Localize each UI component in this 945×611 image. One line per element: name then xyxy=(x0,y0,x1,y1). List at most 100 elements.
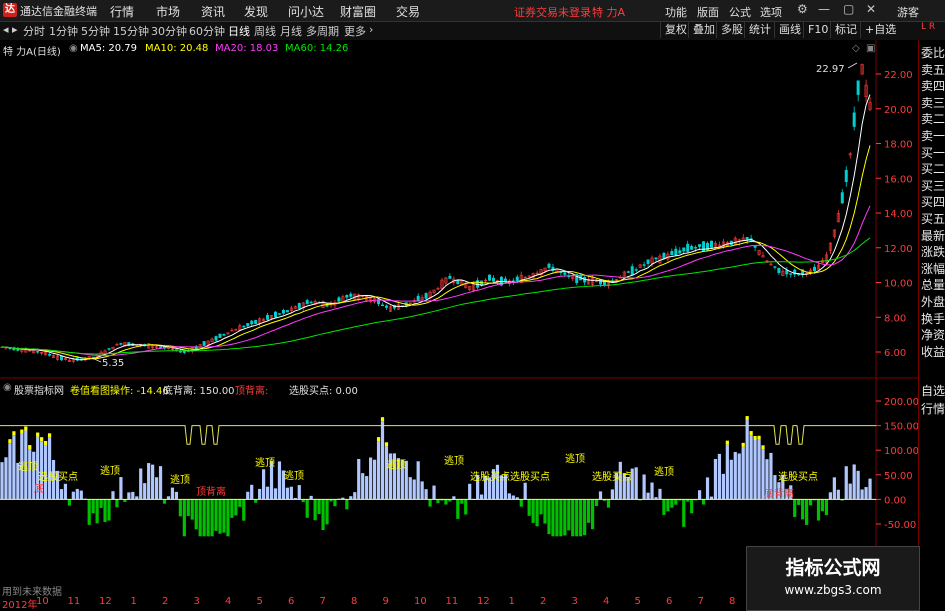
candle-body xyxy=(634,269,638,271)
sidebar-item-20[interactable]: 行情 xyxy=(921,402,945,416)
sidebar-item-4[interactable]: 卖二 xyxy=(921,112,945,126)
indicator-annotation: 选股买点 xyxy=(510,470,550,483)
chart-option-icon[interactable]: ◇ xyxy=(852,43,860,54)
sidebar-item-9[interactable]: 买四 xyxy=(921,195,945,209)
divergence-band xyxy=(0,425,876,445)
sidebar-item-2[interactable]: 卖四 xyxy=(921,79,945,93)
sidebar-item-15[interactable]: 外盘 xyxy=(921,295,945,309)
ma60-line xyxy=(1,237,871,355)
trade-login-status[interactable]: 证券交易未登录 xyxy=(514,4,591,20)
indicator-bar xyxy=(321,499,325,531)
chart-close-icon[interactable]: ▣ xyxy=(866,43,875,54)
draw-line-button[interactable]: 画线 xyxy=(774,22,805,38)
indicator-bar xyxy=(107,499,111,521)
candle-body xyxy=(309,301,313,304)
indicator-gear-icon[interactable]: ◉ xyxy=(3,382,12,393)
sidebar-item-11[interactable]: 最新 xyxy=(921,229,945,243)
kline-chart-area[interactable]: 22.00 20.00 18.00 16.00 14.00 12.00 10.00 8.00 6… xyxy=(0,40,918,596)
indicator-bar xyxy=(721,473,725,500)
indicator-bar xyxy=(139,468,143,500)
menu-ask[interactable]: 问小达 xyxy=(288,3,324,20)
indicator-bar xyxy=(856,470,860,500)
period-multi[interactable]: 多周期 xyxy=(306,23,339,39)
statistics-button[interactable]: 统计 xyxy=(744,22,775,38)
mark-button[interactable]: 标记 xyxy=(830,22,861,38)
date-label-20: 5 xyxy=(634,596,641,607)
indicator-bar xyxy=(797,499,801,505)
sidebar-item-16[interactable]: 换手 xyxy=(921,312,945,326)
sidebar-item-10[interactable]: 买五 xyxy=(921,212,945,226)
period-60min[interactable]: 60分钟 xyxy=(189,23,225,39)
sidebar-item-7[interactable]: 买二 xyxy=(921,162,945,176)
candle-body xyxy=(642,264,646,266)
menu-quotes[interactable]: 行情 xyxy=(110,3,134,20)
kline-series xyxy=(0,63,872,364)
indicator-bar xyxy=(234,499,238,516)
settings-icon[interactable]: ⚙ xyxy=(797,2,808,16)
price-tick-label: 22.00 xyxy=(884,70,913,81)
nav-forward-icon[interactable]: ▸ xyxy=(12,23,18,36)
candle-body xyxy=(844,169,848,182)
indicator-annotation: 逃顶 xyxy=(386,458,406,471)
close-icon[interactable]: ✕ xyxy=(866,2,876,16)
period-monthly[interactable]: 月线 xyxy=(280,23,302,39)
ma10-line xyxy=(1,145,871,360)
period-timeshare[interactable]: 分时 xyxy=(23,23,45,39)
watermark-url: www.zbgs3.com xyxy=(784,583,882,597)
sidebar-item-3[interactable]: 卖三 xyxy=(921,96,945,110)
sidebar-item-12[interactable]: 涨跌 xyxy=(921,245,945,259)
menu-layout[interactable]: 版面 xyxy=(697,4,719,20)
chevron-right-icon[interactable]: › xyxy=(369,23,373,36)
sidebar-item-1[interactable]: 卖五 xyxy=(921,63,945,77)
indicator-annotation: 逃顶 xyxy=(444,454,464,467)
menu-market[interactable]: 市场 xyxy=(156,3,180,20)
minimize-icon[interactable]: — xyxy=(818,2,830,16)
sidebar-item-17[interactable]: 净资 xyxy=(921,328,945,342)
period-daily[interactable]: 日线 xyxy=(228,23,250,39)
menu-discover[interactable]: 发现 xyxy=(244,3,268,20)
legend-gear-icon[interactable]: ◉ xyxy=(69,43,78,54)
menu-trade[interactable]: 交易 xyxy=(396,3,420,20)
sidebar-item-18[interactable]: 收益 xyxy=(921,345,945,359)
candle-body xyxy=(856,80,860,95)
sidebar-item-5[interactable]: 卖一 xyxy=(921,129,945,143)
menu-options[interactable]: 选项 xyxy=(760,4,782,20)
indicator-bar xyxy=(563,499,567,536)
indicator-bar xyxy=(860,489,864,500)
date-label-6: 3 xyxy=(193,596,200,607)
sidebar-item-14[interactable]: 总量 xyxy=(921,278,945,292)
menu-formula[interactable]: 公式 xyxy=(729,4,751,20)
period-1min[interactable]: 1分钟 xyxy=(49,23,78,39)
sidebar-item-13[interactable]: 涨幅 xyxy=(921,262,945,276)
indicator-bar xyxy=(725,444,729,500)
date-label-9: 6 xyxy=(288,596,295,607)
guest-button[interactable]: 游客 xyxy=(897,4,919,20)
period-5min[interactable]: 5分钟 xyxy=(81,23,110,39)
date-label-4: 1 xyxy=(130,596,137,607)
f10-button[interactable]: F10 xyxy=(803,22,832,38)
sidebar-item-0[interactable]: 委比 xyxy=(921,46,945,60)
multi-stock-button[interactable]: 多股 xyxy=(716,22,747,38)
menu-wealth[interactable]: 财富圈 xyxy=(340,3,376,20)
maximize-icon[interactable]: ▢ xyxy=(843,2,854,16)
overlay-button[interactable]: 叠加 xyxy=(688,22,719,38)
period-more[interactable]: 更多 xyxy=(344,23,366,39)
panel-toggle-icon[interactable]: L R xyxy=(921,22,935,32)
sidebar-item-8[interactable]: 买三 xyxy=(921,179,945,193)
nav-back-icon[interactable]: ◂ xyxy=(3,23,9,36)
period-weekly[interactable]: 周线 xyxy=(254,23,276,39)
indicator-bar-cap xyxy=(745,416,749,421)
indicator-annotation: 逃顶 xyxy=(284,469,304,482)
adjust-button[interactable]: 复权 xyxy=(660,22,691,38)
period-30min[interactable]: 30分钟 xyxy=(151,23,187,39)
sidebar-item-19[interactable]: 自选 xyxy=(921,384,945,398)
add-watchlist-button[interactable]: +自选 xyxy=(860,22,900,38)
sidebar-item-6[interactable]: 买一 xyxy=(921,146,945,160)
indicator-bar-cap xyxy=(384,442,389,447)
indicator-bar xyxy=(852,464,856,500)
menu-news[interactable]: 资讯 xyxy=(201,3,225,20)
period-15min[interactable]: 15分钟 xyxy=(113,23,149,39)
indicator-bar xyxy=(174,491,178,500)
candle-body xyxy=(250,320,254,325)
menu-functions[interactable]: 功能 xyxy=(665,4,687,20)
